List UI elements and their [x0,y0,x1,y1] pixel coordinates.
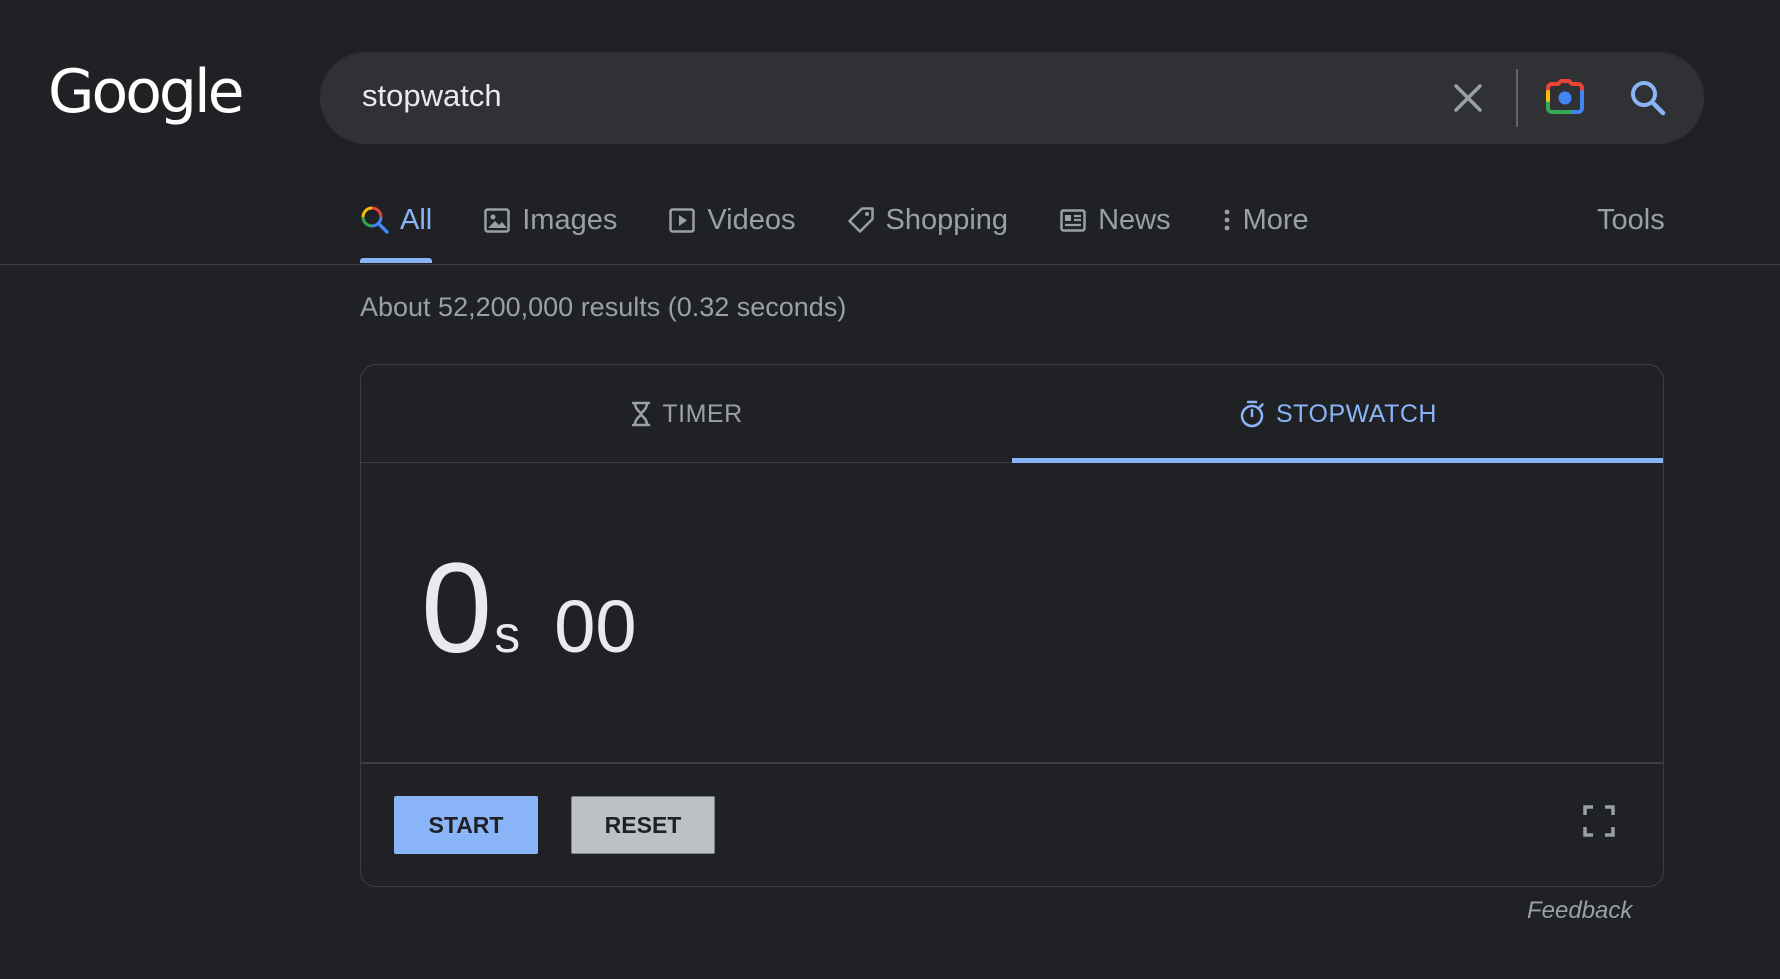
stopwatch-widget: TIMER STOPWATCH 0 s 00 START RESET [360,364,1664,887]
search-icon [361,206,389,234]
tab-more[interactable]: More [1221,196,1309,244]
reset-button[interactable]: RESET [571,796,715,854]
hourglass-icon [632,401,651,427]
search-input[interactable]: stopwatch [362,78,502,114]
more-vertical-icon [1224,209,1229,231]
tools-button[interactable]: Tools [1597,204,1665,237]
header-divider [0,264,1780,265]
fullscreen-icon[interactable] [1581,803,1617,839]
stopwatch-display: 0 s 00 [421,545,637,685]
tab-label: Shopping [885,203,1009,236]
camera-icon[interactable] [1542,74,1588,120]
controls-divider [361,762,1663,764]
google-logo[interactable]: Google [48,62,245,122]
tab-timer-label: TIMER [662,399,743,428]
tab-shopping[interactable]: Shopping [846,196,1009,244]
tab-stopwatch-label: STOPWATCH [1276,399,1437,428]
stopwatch-icon [1240,400,1264,428]
widget-tabs: TIMER STOPWATCH [361,365,1663,463]
search-divider [1516,69,1518,127]
centiseconds-value: 00 [554,585,637,668]
tab-label: All [400,203,433,236]
start-button[interactable]: START [394,796,538,854]
tab-label: Images [522,203,618,236]
seconds-value: 0 [421,537,493,680]
search-nav-tabs: All Images Videos Shopping News More [360,196,1359,266]
tab-label: More [1242,203,1309,236]
newspaper-icon [1060,209,1086,232]
tab-label: News [1098,203,1171,236]
play-icon [669,208,696,233]
seconds-unit: s [494,606,521,664]
result-stats: About 52,200,000 results (0.32 seconds) [360,292,847,322]
image-icon [484,208,510,233]
tab-label: Videos [707,203,796,236]
tab-news[interactable]: News [1058,196,1171,244]
tab-all[interactable]: All [360,196,433,263]
tab-stopwatch[interactable]: STOPWATCH [1012,365,1663,463]
tag-icon [847,207,874,233]
tab-videos[interactable]: Videos [667,196,796,244]
tab-images[interactable]: Images [482,196,617,244]
search-icon[interactable] [1626,76,1670,120]
search-bar[interactable]: stopwatch [320,52,1704,144]
feedback-link[interactable]: Feedback [1527,897,1632,925]
close-icon[interactable] [1448,78,1488,118]
tab-timer[interactable]: TIMER [361,365,1012,463]
